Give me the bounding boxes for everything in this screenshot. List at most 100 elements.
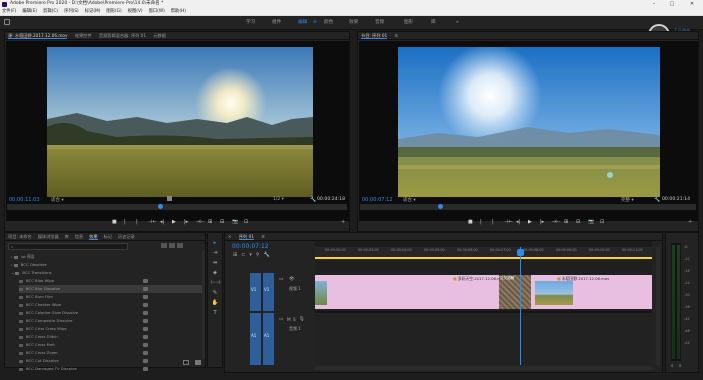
source-settings-icon[interactable]: 🔧 xyxy=(310,197,316,203)
src-export-frame-button[interactable]: 📷 xyxy=(232,219,238,225)
src-insert-button[interactable]: ⊞ xyxy=(208,219,212,225)
prg-mark-in-button[interactable]: | xyxy=(480,219,482,225)
prg-overwrite-button[interactable]: ⊟ xyxy=(576,219,580,225)
workspace-libraries[interactable]: 库 xyxy=(431,19,436,27)
clip-rice-field[interactable]: ■ 水稻田野.2017.12.06.mov xyxy=(515,275,652,309)
menu-item-0[interactable]: 文件(F) xyxy=(2,9,16,14)
work-area-bar[interactable] xyxy=(315,257,652,259)
effect-item[interactable]: BCC Colorize Glow Dissolve xyxy=(19,309,78,317)
timeline-menu-icon[interactable]: ≡ xyxy=(261,234,265,239)
meter-solo-left[interactable]: S xyxy=(671,363,673,368)
type-tool[interactable]: T xyxy=(211,309,219,317)
a1-lock-icon[interactable]: ▭ xyxy=(279,317,283,322)
close-button[interactable]: ✕ xyxy=(684,0,700,8)
selection-tool[interactable]: ▸ xyxy=(211,239,219,247)
timeline-option-icons[interactable]: ⊞⊂▾⚲🔧 xyxy=(233,252,303,258)
menu-item-3[interactable]: 序列(S) xyxy=(64,9,79,14)
program-menu-icon[interactable]: ≡ xyxy=(395,33,399,38)
clip-sky[interactable]: ■ 多彩天空.2017.12.06.mov xyxy=(315,275,515,309)
src-go-to-out-button[interactable]: →⊢ xyxy=(196,219,205,225)
source-fit-select[interactable]: 适合 ▾ xyxy=(51,197,64,203)
hand-tool[interactable]: ✋ xyxy=(211,299,219,307)
program-settings-icon[interactable]: 🔧 xyxy=(654,197,660,203)
timeline-playhead-handle[interactable] xyxy=(517,249,524,256)
src-button-editor-button[interactable]: ⊡ xyxy=(244,219,248,225)
menu-item-8[interactable]: 帮助(H) xyxy=(171,9,186,14)
tab-effect-controls[interactable]: 效果控件 xyxy=(75,33,92,38)
track-select-tool[interactable]: ⇥ xyxy=(211,249,219,257)
src-play-button[interactable]: ▶ xyxy=(172,219,176,225)
tab-metadata[interactable]: 元数据 xyxy=(153,33,166,38)
razor-tool[interactable]: ◈ xyxy=(211,269,219,277)
workspace-menu-icon[interactable]: ≡ xyxy=(313,19,317,27)
workspace-graphics[interactable]: 图形 xyxy=(404,19,413,27)
effects-scrollbar[interactable] xyxy=(202,251,205,359)
effects-folder[interactable]: › lut 预设 xyxy=(11,253,35,261)
accelerated-filter-icon[interactable] xyxy=(161,243,167,248)
tab-source[interactable]: 源: 水稻田野.2017.12.06.mov xyxy=(8,33,68,39)
a1-track-area[interactable] xyxy=(315,313,652,365)
project-tab-2[interactable]: 库 xyxy=(65,234,69,239)
menu-item-5[interactable]: 图形(G) xyxy=(106,9,121,14)
workspace-audio[interactable]: 音频 xyxy=(375,19,384,27)
project-tab-1[interactable]: 媒体浏览器 xyxy=(38,234,59,239)
prg-export-frame-button[interactable]: 📷 xyxy=(588,219,594,225)
source-zoom-select[interactable]: 1/2 ▾ xyxy=(273,197,284,202)
prg-go-to-out-button[interactable]: →⊢ xyxy=(552,219,561,225)
transition-cross-dissolve[interactable]: 交叉溶解 xyxy=(499,275,531,309)
effect-item[interactable]: BCC Burn Film xyxy=(19,293,53,301)
source-scrub-bar[interactable] xyxy=(7,204,347,210)
effect-item[interactable]: BCC Composite Dissolve xyxy=(19,317,72,325)
minimize-button[interactable]: – xyxy=(646,0,662,8)
timeline-vertical-scrollbar[interactable] xyxy=(656,247,660,365)
effect-item[interactable]: BCC Criss Cross Wipe xyxy=(19,325,67,333)
menu-item-7[interactable]: 窗口(W) xyxy=(149,9,165,14)
pen-tool[interactable]: ✎ xyxy=(211,289,219,297)
timeline-horizontal-scrollbar[interactable] xyxy=(315,366,652,370)
workspace-assembly[interactable]: 组件 xyxy=(272,19,281,27)
tab-audio-clip-mixer[interactable]: 音频剪辑混合器: 序列 01 xyxy=(99,33,146,38)
project-tab-3[interactable]: 信息 xyxy=(75,234,83,239)
menu-item-6[interactable]: 视图(V) xyxy=(128,9,143,14)
effect-item[interactable]: BCC Blur Dissolve xyxy=(19,285,204,293)
program-quality-select[interactable]: 完整 ▾ xyxy=(621,197,634,203)
close-sequence-icon[interactable]: × xyxy=(228,234,232,239)
effect-item[interactable]: BCC Cross Glitch xyxy=(19,333,58,341)
program-timecode[interactable]: 00:00:07:12 xyxy=(362,197,393,203)
program-add-button[interactable]: + xyxy=(688,219,692,225)
source-add-button[interactable]: + xyxy=(341,219,345,225)
empty-track-v2[interactable] xyxy=(315,261,652,273)
src-mark-in-button[interactable]: | xyxy=(124,219,126,225)
yuv-filter-icon[interactable] xyxy=(177,243,183,248)
prg-button-editor-button[interactable]: ⊡ xyxy=(600,219,604,225)
program-scrub-bar[interactable] xyxy=(360,204,696,210)
workspace-editing[interactable]: 编辑 xyxy=(298,19,307,27)
effect-item[interactable]: BCC Checker Wipe xyxy=(19,301,61,309)
workspace-color[interactable]: 颜色 xyxy=(324,19,333,27)
ripple-edit-tool[interactable]: ⇹ xyxy=(211,259,219,267)
home-icon[interactable] xyxy=(4,19,10,25)
a1-voiceover-icon[interactable]: 🎙 xyxy=(299,317,305,322)
slip-tool[interactable]: ⊢⊣ xyxy=(211,279,221,287)
effect-item[interactable]: BCC Cut Dissolve xyxy=(19,357,59,365)
prg-stop-marker-button[interactable]: ■ xyxy=(468,219,473,225)
prg-step-back-button[interactable]: ◂| xyxy=(516,219,520,225)
prg-insert-button[interactable]: ⊞ xyxy=(564,219,568,225)
v1-lock-icon[interactable]: ▭ xyxy=(279,277,283,282)
src-stop-marker-button[interactable]: ■ xyxy=(112,219,117,225)
src-mark-out-button[interactable]: | xyxy=(136,219,138,225)
tab-sequence-01[interactable]: 序列 01 xyxy=(238,234,254,240)
src-step-back-button[interactable]: ◂| xyxy=(160,219,164,225)
program-playhead[interactable] xyxy=(438,204,443,209)
effect-item[interactable]: BCC Cross Zoom xyxy=(19,349,58,357)
a1-target-patch[interactable]: A1 xyxy=(263,313,274,365)
v1-source-patch[interactable]: V1 xyxy=(250,273,261,311)
menu-item-1[interactable]: 编辑(E) xyxy=(22,9,37,14)
src-overwrite-button[interactable]: ⊟ xyxy=(220,219,224,225)
a1-solo-button[interactable]: S xyxy=(293,317,296,322)
project-tab-5[interactable]: 标记 xyxy=(104,234,112,239)
prg-play-button[interactable]: ▶ xyxy=(528,219,532,225)
a1-source-patch[interactable]: A1 xyxy=(250,313,261,365)
more-workspaces-icon[interactable]: » xyxy=(456,19,459,27)
insert-marker-icon[interactable] xyxy=(167,196,172,201)
